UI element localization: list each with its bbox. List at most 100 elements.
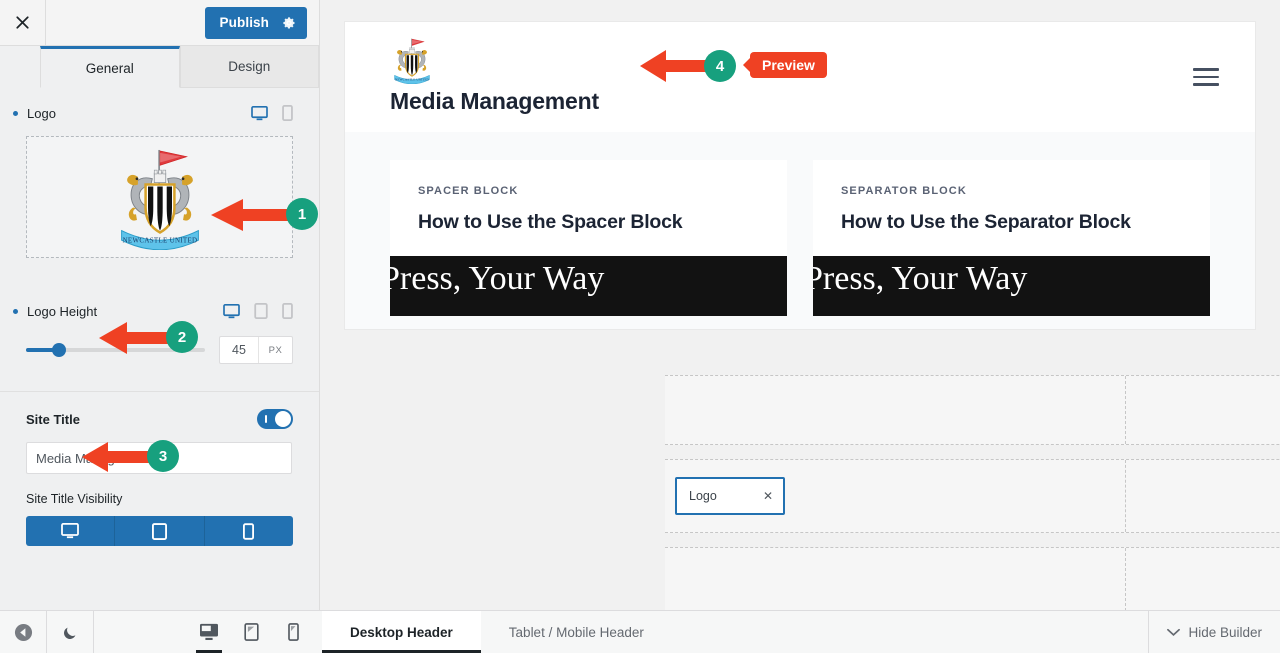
preview-site-body: SPACER BLOCK How to Use the Spacer Block… (345, 132, 1255, 329)
hamburger-bar (1193, 68, 1219, 71)
preview-logo-image (393, 38, 431, 84)
collapse-sidebar-button[interactable] (0, 611, 47, 653)
control-logo-height-header: Logo Height (13, 300, 293, 322)
builder-item-logo[interactable]: Logo ✕ (675, 477, 785, 515)
close-customizer-button[interactable] (0, 0, 46, 45)
publish-label: Publish (219, 15, 269, 30)
site-preview-frame[interactable]: Media Management SPACER BLOCK How to Use… (345, 22, 1255, 329)
control-logo-height: Logo Height (0, 258, 319, 322)
device-preview-switch (188, 611, 314, 653)
card-title: How to Use the Separator Block (841, 211, 1131, 233)
logo-upload-area[interactable] (26, 136, 293, 258)
hide-builder-button[interactable]: Hide Builder (1148, 611, 1280, 653)
preview-card[interactable]: SEPARATOR BLOCK How to Use the Separator… (813, 160, 1210, 316)
desktop-icon (200, 623, 218, 641)
builder-cell-left[interactable] (665, 376, 1126, 444)
preview-desktop-button[interactable] (188, 611, 230, 653)
tab-general[interactable]: General (40, 46, 180, 88)
logo-label-wrap: Logo (13, 105, 56, 121)
site-title-input[interactable]: Media Management (26, 442, 292, 474)
gear-icon (283, 16, 295, 29)
modified-dot-icon (13, 308, 18, 314)
card-title: How to Use the Spacer Block (418, 211, 683, 233)
card-kicker: SPACER BLOCK (418, 185, 519, 197)
builder-cell-right[interactable] (1126, 376, 1280, 444)
publish-settings-button[interactable] (280, 7, 307, 39)
control-site-title: Site Title (0, 392, 319, 430)
preview-card[interactable]: SPACER BLOCK How to Use the Spacer Block… (390, 160, 787, 316)
tab-tablet-mobile-header[interactable]: Tablet / Mobile Header (481, 611, 672, 653)
builder-item-label: Logo (689, 489, 717, 503)
logo-device-toggles (251, 105, 293, 121)
builder-cell-right[interactable] (1126, 548, 1280, 616)
site-title-visibility-group (26, 516, 293, 546)
sidebar-tabs: General Design (0, 46, 319, 88)
tablet-icon[interactable] (254, 303, 268, 319)
site-title-label-wrap: Site Title (26, 412, 80, 427)
logo-height-number-box[interactable]: 45 PX (219, 336, 293, 364)
back-arrow-icon (14, 623, 32, 641)
logo-height-label-wrap: Logo Height (13, 303, 98, 319)
desktop-icon[interactable] (223, 303, 240, 319)
hide-builder-label: Hide Builder (1188, 624, 1262, 640)
visibility-tablet-button[interactable] (115, 516, 205, 546)
logo-height-value[interactable]: 45 (220, 337, 258, 363)
site-title-toggle[interactable] (257, 409, 293, 429)
desktop-icon (61, 523, 80, 539)
logo-height-label: Logo Height (27, 303, 98, 319)
slider-thumb[interactable] (52, 343, 66, 357)
builder-row-gap (665, 445, 1280, 459)
builder-row-above[interactable] (665, 375, 1280, 445)
publish-button[interactable]: Publish (204, 6, 307, 39)
customizer-app: Publish General Design Logo Logo Height … (0, 0, 1280, 653)
preview-mobile-button[interactable] (272, 611, 314, 653)
logo-height-device-toggles (223, 303, 293, 319)
control-logo-header: Logo (13, 102, 293, 124)
builder-cell-left[interactable] (665, 548, 1126, 616)
tab-tablet-mobile-header-label: Tablet / Mobile Header (508, 624, 644, 640)
sidebar-controls: Logo Logo Height 45 PX Site Title Media … (0, 88, 319, 546)
toggle-bar-icon (265, 415, 267, 423)
builder-cell-left[interactable]: Logo ✕ (665, 460, 1126, 532)
tab-design[interactable]: Design (179, 46, 319, 88)
bottom-toolbar: Desktop Header Tablet / Mobile Header Hi… (0, 610, 1280, 653)
card-image-text: dPress, Your Way (390, 260, 605, 297)
preview-pane: Media Management SPACER BLOCK How to Use… (320, 0, 1280, 617)
moon-icon (63, 627, 75, 639)
header-builder: Logo ✕ Menu 1 ✕ Search ✕ (665, 375, 1280, 617)
control-site-title-header: Site Title (26, 408, 293, 430)
mobile-icon[interactable] (282, 303, 293, 319)
builder-row-primary[interactable]: Logo ✕ Menu 1 ✕ Search ✕ (665, 459, 1280, 533)
card-image: dPress, Your Way (390, 256, 787, 316)
mobile-icon (243, 522, 255, 540)
builder-row-below[interactable] (665, 547, 1280, 617)
tab-general-label: General (85, 60, 134, 76)
visibility-desktop-button[interactable] (26, 516, 116, 546)
hamburger-menu-icon[interactable] (1193, 68, 1219, 86)
mobile-icon[interactable] (282, 105, 293, 121)
logo-height-unit[interactable]: PX (258, 337, 292, 363)
preview-branding[interactable]: Media Management (390, 36, 599, 115)
tablet-icon (151, 522, 167, 540)
site-title-visibility-label: Site Title Visibility (26, 492, 123, 506)
logo-height-slider[interactable] (26, 343, 205, 357)
builder-cell-right[interactable]: Menu 1 ✕ Search ✕ (1126, 460, 1280, 532)
logo-label: Logo (27, 105, 56, 121)
tab-design-label: Design (228, 59, 271, 74)
preview-site-title: Media Management (390, 88, 599, 114)
tab-desktop-header[interactable]: Desktop Header (322, 611, 481, 653)
hamburger-bar (1193, 75, 1219, 78)
builder-row-gap (665, 533, 1280, 547)
preview-site-header: Media Management (345, 22, 1255, 132)
desktop-icon[interactable] (251, 105, 268, 121)
toggle-knob (275, 411, 291, 427)
preview-tablet-button[interactable] (230, 611, 272, 653)
logo-height-slider-row: 45 PX (0, 322, 319, 364)
tablet-icon (243, 623, 259, 641)
visibility-mobile-button[interactable] (204, 516, 293, 546)
dark-mode-button[interactable] (47, 611, 94, 653)
card-kicker: SEPARATOR BLOCK (841, 185, 967, 197)
close-icon[interactable]: ✕ (763, 489, 773, 503)
preview-card-grid: SPACER BLOCK How to Use the Spacer Block… (345, 160, 1255, 316)
